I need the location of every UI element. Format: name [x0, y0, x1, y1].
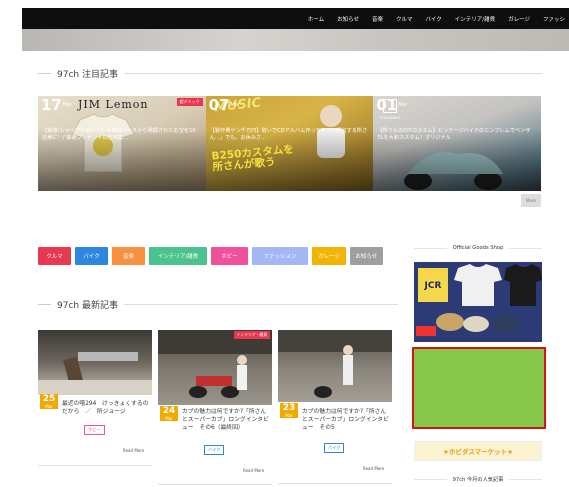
goods-image: JCR [416, 264, 542, 336]
garage-photo [158, 330, 272, 398]
latest-heading-text: 97ch 最新記事 [57, 300, 118, 311]
post-category-tag[interactable]: バイク [204, 445, 225, 455]
nav-item-home[interactable]: ホーム [308, 15, 324, 23]
post-date-badge: 23 Mar [280, 403, 298, 418]
category-music[interactable]: 音楽 [112, 247, 145, 265]
post-category-tag[interactable]: ホビー [84, 425, 105, 435]
featured-slide-1[interactable]: JIM Lemon 超デミック 17Mar 【抽選!シャツプレゼント】世田谷ベー… [38, 96, 206, 191]
read-more-button[interactable]: Read More [120, 446, 148, 455]
post-title[interactable]: カブの魅力は何ですか?「所さんとスーパーカブ」ロングインタビュー その6（最終回… [182, 408, 272, 432]
post-image[interactable] [38, 330, 152, 395]
slide-category-tag: 超デミック [176, 98, 203, 106]
latest-heading: 97ch 最新記事 [38, 298, 398, 311]
hobidas-market-button[interactable]: ★ホビダスマーケット★ [414, 441, 542, 461]
post-image[interactable] [278, 330, 392, 402]
nav-item-news[interactable]: お知らせ [337, 15, 359, 23]
category-car[interactable]: クルマ [38, 247, 71, 265]
read-more-button[interactable]: Read More [240, 466, 268, 475]
category-interior[interactable]: インテリア/雑貨 [149, 247, 207, 265]
header-image-strip [22, 29, 569, 51]
slide-date: 07Mar [208, 96, 240, 114]
post-image[interactable] [158, 330, 272, 405]
featured-more-button[interactable]: More [521, 194, 541, 207]
post-date-badge: 25 Mar [40, 394, 58, 409]
slide-date: 17Mar [41, 96, 73, 114]
advertisement-box[interactable] [412, 347, 546, 429]
slide-caption: 【製作費ゲン千万円】勢いでCDアルバム作っちゃって反省する所さん...」でも、お… [209, 128, 368, 141]
popular-articles-title: 97ch 今月の人気記事 [414, 476, 543, 483]
nav-item-fashion[interactable]: ファッシ [543, 15, 565, 23]
slide-date: 01Mar [376, 96, 408, 114]
goods-shop-banner[interactable]: JCR [414, 262, 542, 342]
post-corner-tag: インテリア・雑貨 [233, 331, 270, 339]
category-news[interactable]: お知らせ [350, 247, 383, 265]
nav-item-car[interactable]: クルマ [396, 15, 412, 23]
top-navigation: ホーム お知らせ 音楽 クルマ バイク インテリア/雑貨 ガレージ ファッシ [22, 8, 569, 29]
post-title[interactable]: 最近の嘻294 けっきょくするのだから ／ 所ジョージ [62, 400, 152, 416]
nav-item-garage[interactable]: ガレージ [508, 15, 530, 23]
post-date-badge: 24 Mar [160, 406, 178, 421]
category-buttons: クルマ バイク 音楽 インテリア/雑貨 ホビー ファッション ガレージ お知らせ [38, 247, 383, 265]
category-hobby[interactable]: ホビー [211, 247, 248, 265]
page: ホーム お知らせ 音楽 クルマ バイク インテリア/雑貨 ガレージ ファッシ 9… [0, 0, 569, 487]
svg-text:JCR: JCR [424, 281, 442, 291]
category-bike[interactable]: バイク [75, 247, 108, 265]
featured-slider: JIM Lemon 超デミック 17Mar 【抽選!シャツプレゼント】世田谷ベー… [38, 96, 542, 191]
post-title[interactable]: カブの魅力は何ですか?「所さんとスーパーカブ」ロングインタビュー その5 [302, 408, 392, 432]
featured-slide-3[interactable]: 97CHANNEL 01Mar 【所さんのDIYカスタム】ビンテージバイクのエン… [373, 96, 542, 191]
featured-slide-2[interactable]: MUSIC 07Mar 【製作費ゲン千万円】勢いでCDアルバム作っちゃって反省す… [205, 96, 374, 191]
category-garage[interactable]: ガレージ [312, 247, 346, 265]
gun-photo [38, 352, 152, 395]
featured-heading-text: 97ch 注目記事 [57, 69, 118, 80]
goods-shop-title: Official Goods Shop [414, 245, 543, 251]
featured-heading: 97ch 注目記事 [38, 67, 542, 80]
slide-caption: 【抽選!シャツプレゼント】世田谷ベースから発掘されたお宝を10名様に！/ 抽選プ… [42, 128, 196, 141]
nav-item-interior[interactable]: インテリア/雑貨 [455, 15, 495, 23]
nav-item-bike[interactable]: バイク [425, 15, 441, 23]
nav-item-music[interactable]: 音楽 [372, 15, 383, 23]
slide-caption: 【所さんのDIYカスタム】ビンテージバイクのエンブレムでベンザ5Lを大和カスタム… [377, 128, 531, 141]
category-fashion[interactable]: ファッション [252, 247, 308, 265]
garage-photo [278, 330, 392, 398]
read-more-button[interactable]: Read More [360, 464, 388, 473]
slide-logo-text: JIM Lemon [78, 98, 149, 111]
post-category-tag[interactable]: バイク [324, 443, 345, 453]
